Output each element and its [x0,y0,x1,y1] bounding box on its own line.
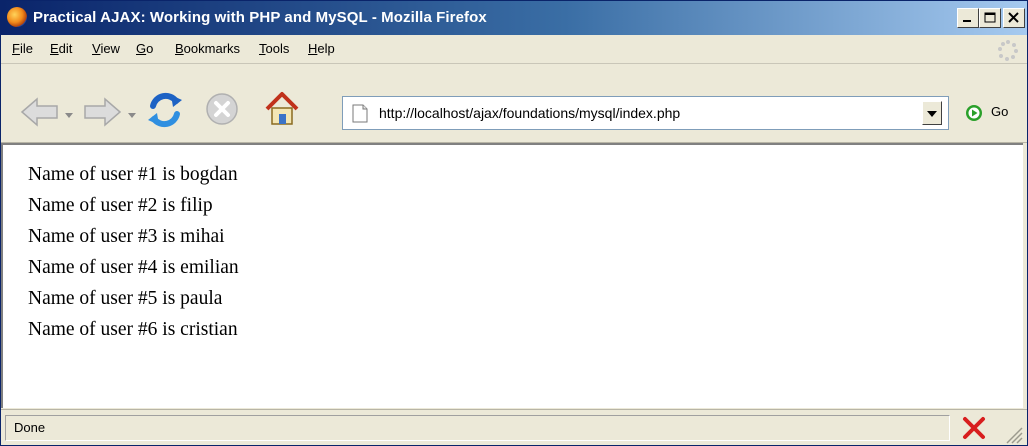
menu-help[interactable]: Help [308,41,335,56]
title-bar[interactable]: Practical AJAX: Working with PHP and MyS… [1,1,1027,35]
menu-bar: File Edit View Go Bookmarks Tools Help [1,35,1027,64]
window-title: Practical AJAX: Working with PHP and MyS… [33,9,487,26]
menu-tools[interactable]: Tools [259,41,289,56]
maximize-button[interactable] [979,8,1001,28]
back-arrow-icon[interactable] [19,95,61,129]
navigation-toolbar: http://localhost/ajax/foundations/mysql/… [1,64,1027,143]
list-item: Name of user #2 is filip [28,195,213,216]
list-item: Name of user #1 is bogdan [28,164,238,185]
list-item: Name of user #5 is paula [28,288,223,309]
list-item: Name of user #4 is emilian [28,257,239,278]
browser-window: Practical AJAX: Working with PHP and MyS… [0,0,1028,446]
chevron-down-icon [927,111,937,117]
minimize-button[interactable] [957,8,979,28]
throbber-icon [998,40,1018,61]
menu-bookmarks[interactable]: Bookmarks [175,41,240,56]
resize-grip-icon[interactable] [1005,426,1023,444]
status-text: Done [5,415,950,441]
maximize-icon [984,12,996,23]
red-x-icon[interactable] [959,415,989,441]
close-icon [1008,12,1019,23]
page-content: Name of user #1 is bogdan Name of user #… [1,143,1023,408]
page-icon [352,104,368,123]
status-bar: Done [1,409,1027,445]
url-bar[interactable]: http://localhost/ajax/foundations/mysql/… [342,96,949,130]
user-list: Name of user #1 is bogdan Name of user #… [28,159,239,345]
url-input[interactable]: http://localhost/ajax/foundations/mysql/… [379,105,680,121]
list-item: Name of user #6 is cristian [28,319,238,340]
list-item: Name of user #3 is mihai [28,226,225,247]
reload-icon[interactable] [145,91,185,129]
menu-go[interactable]: Go [136,41,153,56]
go-button-label[interactable]: Go [991,104,1008,119]
go-icon[interactable] [965,104,983,122]
menu-view[interactable]: View [92,41,120,56]
close-button[interactable] [1003,8,1025,28]
minimize-icon [963,20,971,22]
stop-icon[interactable] [205,92,239,126]
home-icon[interactable] [263,89,301,129]
forward-dropdown-icon[interactable] [128,113,136,119]
firefox-icon [7,7,27,27]
url-dropdown-button[interactable] [922,101,942,125]
menu-edit[interactable]: Edit [50,41,72,56]
menu-file[interactable]: File [12,41,33,56]
back-dropdown-icon[interactable] [65,113,73,119]
forward-arrow-icon[interactable] [81,95,123,129]
